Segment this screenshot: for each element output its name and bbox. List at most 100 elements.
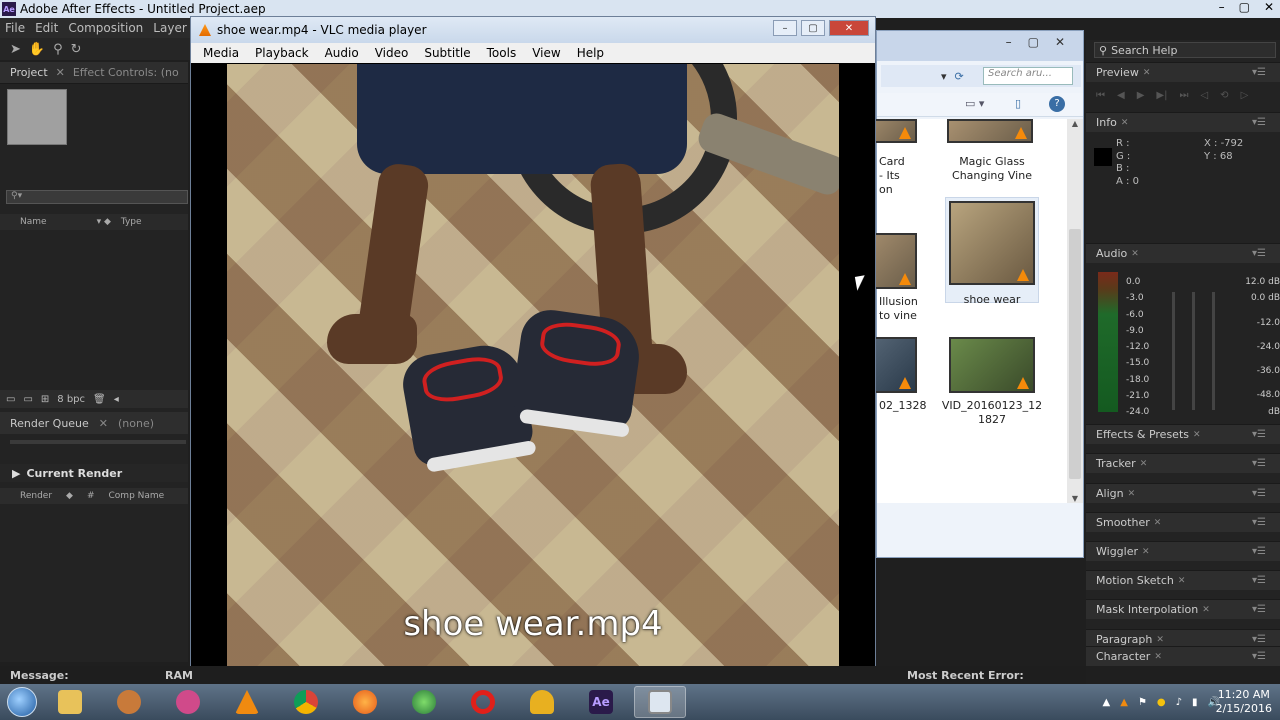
- close-icon[interactable]: ✕: [56, 66, 65, 79]
- scroll-down-icon[interactable]: ▼: [1067, 494, 1083, 503]
- panel-character[interactable]: Character ✕ ▾☰: [1086, 646, 1280, 666]
- close-icon[interactable]: ✕: [1055, 35, 1065, 49]
- panel-tracker[interactable]: Tracker ✕ ▾☰: [1086, 453, 1280, 473]
- preview-pane-icon[interactable]: ▯: [1015, 97, 1021, 110]
- tray-app-icon[interactable]: ♪: [1176, 697, 1182, 708]
- taskbar-vlc[interactable]: [221, 686, 273, 718]
- tab-render-queue[interactable]: Render Queue: [10, 417, 89, 430]
- close-icon[interactable]: ✕: [1154, 518, 1162, 528]
- maximize-icon[interactable]: ▢: [801, 20, 825, 36]
- panel-menu-icon[interactable]: ▾☰: [1252, 546, 1266, 557]
- column-render[interactable]: Render: [20, 491, 52, 501]
- taskbar-paint[interactable]: [103, 686, 155, 718]
- start-button[interactable]: [0, 684, 44, 720]
- panel-effects-presets[interactable]: Effects & Presets ✕ ▾☰: [1086, 424, 1280, 444]
- label-tag-icon[interactable]: ▾ ◆: [97, 217, 111, 227]
- file-label-illusion[interactable]: Illusion to vine: [879, 295, 919, 323]
- menu-subtitle[interactable]: Subtitle: [416, 46, 478, 60]
- panel-align[interactable]: Align ✕ ▾☰: [1086, 483, 1280, 503]
- close-icon[interactable]: ✕: [1264, 0, 1274, 14]
- close-icon[interactable]: ✕: [1202, 605, 1210, 615]
- taskbar-network[interactable]: [398, 686, 450, 718]
- close-icon[interactable]: ✕: [1193, 430, 1201, 440]
- interpret-footage-icon[interactable]: ▭: [6, 394, 15, 405]
- explorer-search-input[interactable]: Search aru...: [983, 67, 1073, 85]
- close-icon[interactable]: ✕: [99, 417, 108, 430]
- minimize-icon[interactable]: –: [1006, 35, 1012, 49]
- taskbar-after-effects[interactable]: Ae: [575, 686, 627, 718]
- panel-info[interactable]: Info ✕ ▾☰: [1086, 112, 1280, 132]
- system-clock[interactable]: 11:20 AM 2/15/2016: [1216, 688, 1272, 716]
- panel-menu-icon[interactable]: ▾☰: [1252, 117, 1266, 128]
- audio-slider-left[interactable]: [1172, 292, 1175, 410]
- prev-frame-icon[interactable]: ◀: [1117, 90, 1125, 101]
- menu-playback[interactable]: Playback: [247, 46, 317, 60]
- panel-wiggler[interactable]: Wiggler ✕ ▾☰: [1086, 541, 1280, 561]
- panel-menu-icon[interactable]: ▾☰: [1252, 517, 1266, 528]
- zoom-tool-icon[interactable]: ⚲: [53, 42, 63, 57]
- taskbar-headphones[interactable]: [516, 686, 568, 718]
- search-help-field[interactable]: ⚲ Search Help: [1094, 42, 1276, 58]
- taskbar-opera[interactable]: [457, 686, 509, 718]
- scroll-up-icon[interactable]: ▲: [1067, 119, 1083, 128]
- taskbar-firefox[interactable]: [339, 686, 391, 718]
- close-icon[interactable]: ✕: [1131, 249, 1139, 259]
- taskbar-media[interactable]: [162, 686, 214, 718]
- current-render-header[interactable]: ▶ Current Render: [0, 464, 188, 482]
- panel-menu-icon[interactable]: ▾☰: [1252, 488, 1266, 499]
- label-tag-icon[interactable]: ◆: [66, 491, 73, 501]
- file-label-shoe-wear[interactable]: shoe wear: [945, 293, 1039, 307]
- panel-motion-sketch[interactable]: Motion Sketch ✕ ▾☰: [1086, 570, 1280, 590]
- menu-tools[interactable]: Tools: [479, 46, 525, 60]
- menu-view[interactable]: View: [524, 46, 568, 60]
- ram-preview-icon[interactable]: ▷: [1241, 90, 1249, 101]
- selection-tool-icon[interactable]: ➤: [10, 42, 21, 57]
- close-icon[interactable]: ✕: [1154, 652, 1162, 662]
- file-label-card[interactable]: Card - Its on: [879, 155, 909, 197]
- menu-edit[interactable]: Edit: [30, 21, 63, 35]
- close-icon[interactable]: ✕: [1121, 118, 1129, 128]
- close-icon[interactable]: ✕: [1140, 459, 1148, 469]
- column-number[interactable]: #: [87, 491, 95, 501]
- menu-layer[interactable]: Layer: [148, 21, 191, 35]
- show-hidden-icons[interactable]: ▲: [1103, 697, 1111, 708]
- panel-menu-icon[interactable]: ▾☰: [1252, 67, 1266, 78]
- last-frame-icon[interactable]: ⏭: [1179, 90, 1188, 101]
- panel-menu-icon[interactable]: ▾☰: [1252, 429, 1266, 440]
- maximize-icon[interactable]: ▢: [1028, 35, 1039, 49]
- audio-slider-center[interactable]: [1192, 292, 1195, 410]
- file-label-1328[interactable]: 02_1328: [879, 399, 927, 413]
- minimize-icon[interactable]: –: [1219, 0, 1225, 14]
- close-icon[interactable]: ✕: [1156, 635, 1164, 645]
- project-search-input[interactable]: ⚲▾: [6, 190, 188, 204]
- panel-menu-icon[interactable]: ▾☰: [1252, 604, 1266, 615]
- close-icon[interactable]: ✕: [1143, 68, 1151, 78]
- bpc-label[interactable]: 8 bpc: [57, 394, 85, 405]
- video-frame[interactable]: shoe wear.mp4: [227, 64, 839, 678]
- expand-arrow-icon[interactable]: ▶: [12, 467, 20, 480]
- network-tray-icon[interactable]: ⚑: [1138, 697, 1147, 708]
- video-thumbnail[interactable]: [949, 337, 1035, 393]
- close-icon[interactable]: ✕: [829, 20, 869, 36]
- close-icon[interactable]: ✕: [1142, 547, 1150, 557]
- panel-mask-interpolation[interactable]: Mask Interpolation ✕ ▾☰: [1086, 599, 1280, 619]
- menu-audio[interactable]: Audio: [317, 46, 367, 60]
- scroll-left-icon[interactable]: ◂: [114, 394, 119, 405]
- rotate-tool-icon[interactable]: ↻: [71, 42, 82, 57]
- tab-none[interactable]: (none): [118, 417, 154, 430]
- panel-smoother[interactable]: Smoother ✕ ▾☰: [1086, 512, 1280, 532]
- taskbar-window[interactable]: [634, 686, 686, 718]
- column-name[interactable]: Name: [20, 217, 47, 227]
- file-label-vid[interactable]: VID_20160123_12 1827: [939, 399, 1045, 427]
- panel-menu-icon[interactable]: ▾☰: [1252, 575, 1266, 586]
- column-comp-name[interactable]: Comp Name: [109, 491, 165, 501]
- view-options-icon[interactable]: ▭ ▾: [965, 97, 984, 110]
- taskbar-explorer[interactable]: [44, 686, 96, 718]
- trash-icon[interactable]: 🗑: [93, 394, 106, 405]
- hand-tool-icon[interactable]: ✋: [29, 42, 45, 57]
- audio-toggle-icon[interactable]: ◁: [1200, 90, 1208, 101]
- minimize-icon[interactable]: –: [773, 20, 797, 36]
- vlc-tray-icon[interactable]: ▲: [1120, 697, 1128, 708]
- audio-slider-right[interactable]: [1212, 292, 1215, 410]
- column-type[interactable]: Type: [121, 217, 142, 227]
